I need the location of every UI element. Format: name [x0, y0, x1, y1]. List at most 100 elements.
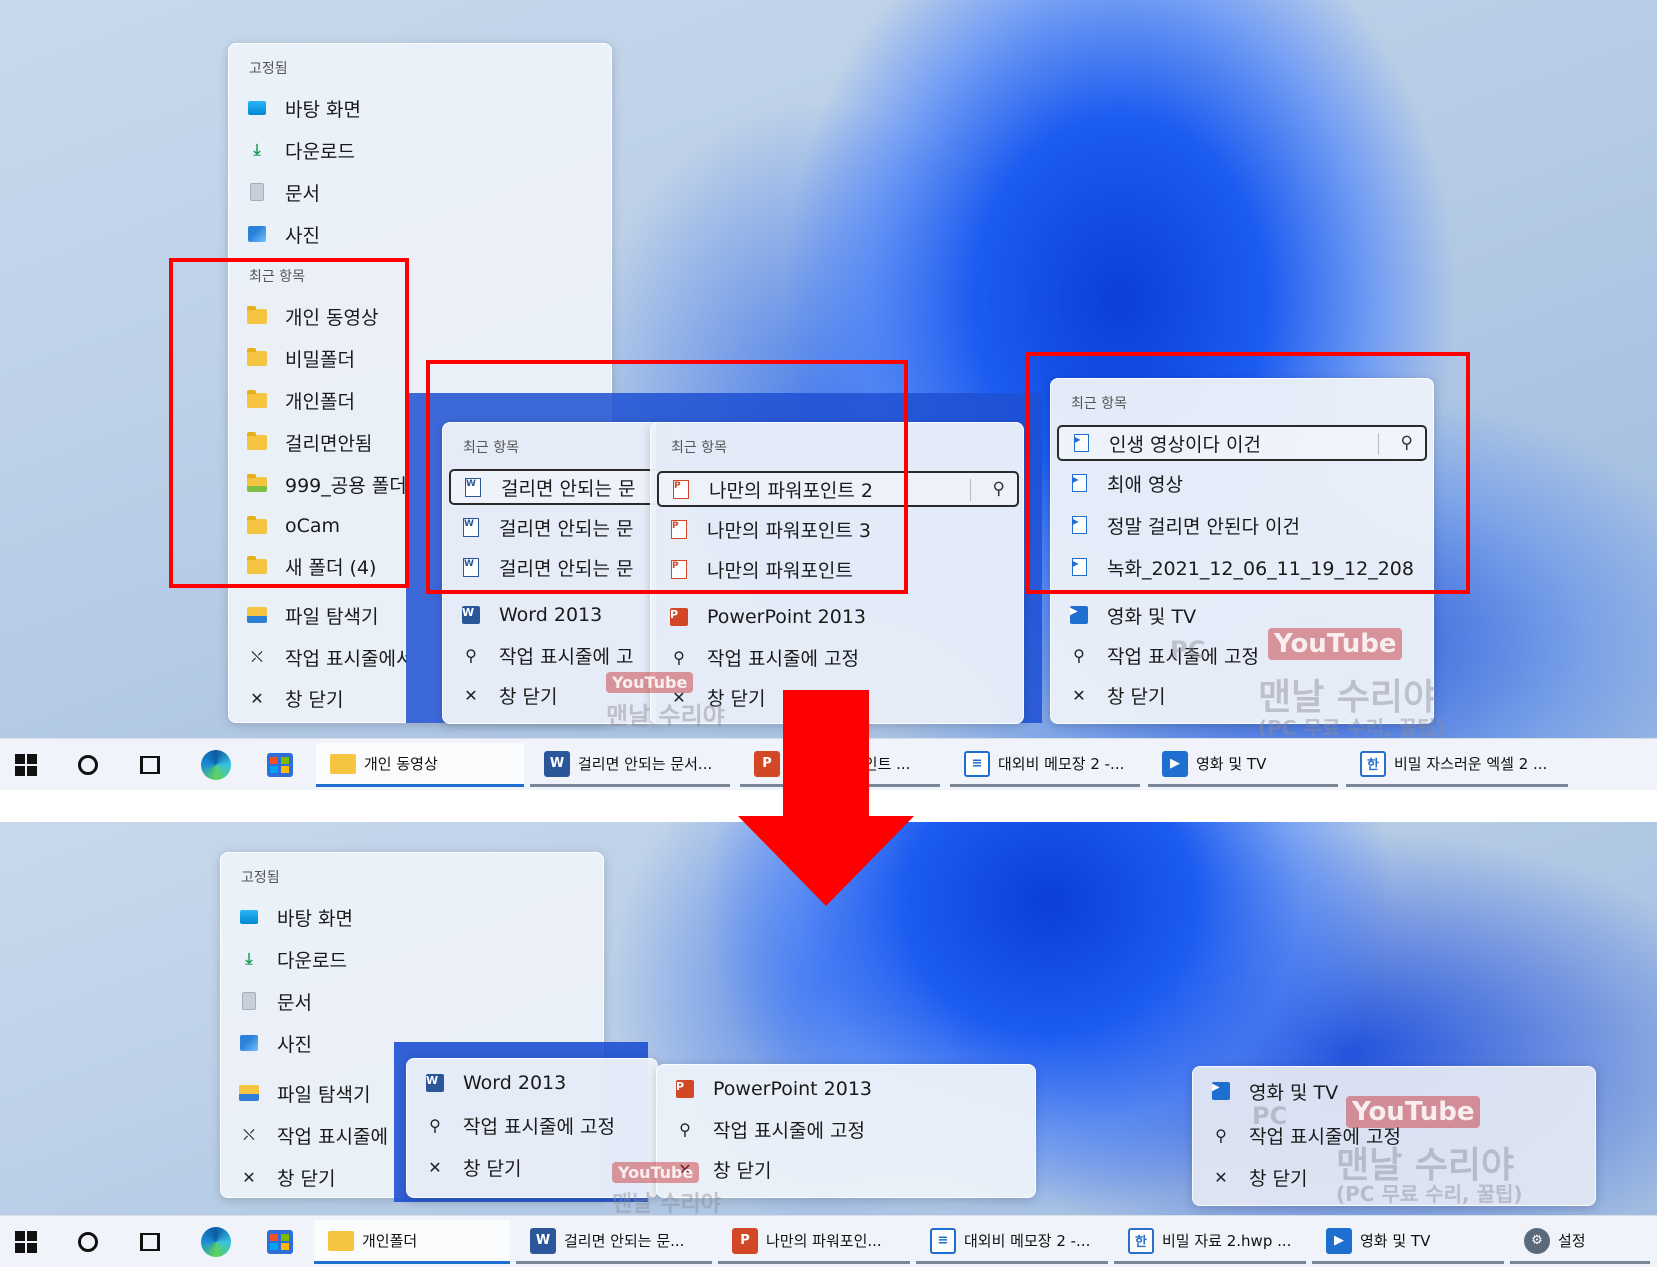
- youtube-watermark: YouTube: [606, 672, 694, 693]
- hwp-icon: 한: [1360, 750, 1386, 777]
- movies-tv-icon: ▶: [1211, 1081, 1231, 1101]
- pinned-item-pictures[interactable]: 사진: [247, 216, 597, 252]
- pin-icon[interactable]: ⚲: [993, 479, 1005, 499]
- powerpoint-icon: P: [669, 607, 689, 627]
- powerpoint-icon: P: [675, 1079, 695, 1099]
- ppt-jumplist-bottom: P PowerPoint 2013 ⚲ 작업 표시줄에 고정 ✕ 창 닫기: [656, 1064, 1036, 1198]
- pin-taskbar-item[interactable]: ⚲ 작업 표시줄에 고정: [425, 1107, 655, 1143]
- powerpoint-icon: P: [754, 750, 780, 777]
- start-button[interactable]: [10, 749, 42, 781]
- folder-icon: [328, 1230, 354, 1251]
- pinned-item-desktop[interactable]: 바탕 화면: [247, 90, 597, 126]
- red-arrow-shaft: [783, 690, 869, 818]
- close-icon: ✕: [242, 1167, 256, 1187]
- close-icon: ✕: [464, 685, 478, 705]
- taskbar-app-word[interactable]: W 걸리면 안되는 문서...: [530, 743, 730, 787]
- task-view-icon: [140, 756, 160, 774]
- documents-icon: [247, 182, 267, 202]
- word-icon: W: [544, 750, 570, 777]
- taskbar-app-hwp[interactable]: 한 비밀 자스러운 엑셀 2 ...: [1346, 743, 1568, 787]
- taskbar-app-explorer[interactable]: 개인폴더: [314, 1220, 510, 1264]
- unpin-taskbar-item[interactable]: ⛌ 작업 표시줄에: [239, 1117, 399, 1153]
- taskbar-app-notepad[interactable]: ≡ 대외비 메모장 2 -...: [950, 743, 1140, 787]
- file-explorer-icon: [239, 1083, 259, 1103]
- pin-icon: ⚲: [679, 1119, 691, 1139]
- word-app-item[interactable]: W Word 2013: [425, 1065, 655, 1101]
- store-icon: [267, 753, 293, 777]
- channel-watermark: 맨날 수리야: [606, 702, 725, 730]
- pin-taskbar-item[interactable]: ⚲ 작업 표시줄에 고: [461, 637, 661, 673]
- pin-icon: ⚲: [465, 645, 477, 665]
- hwp-icon: 한: [1128, 1227, 1154, 1254]
- channel-sub-watermark: (PC 무료 수리, 꿀팁): [1258, 716, 1445, 740]
- pin-icon: ⚲: [1073, 645, 1085, 665]
- pinned-item-documents[interactable]: 문서: [247, 174, 597, 210]
- pinned-item-downloads[interactable]: ⤓ 다운로드: [239, 941, 589, 977]
- unpin-icon: ⛌: [243, 1125, 255, 1144]
- taskbar-app-settings[interactable]: ⚙ 설정: [1510, 1220, 1650, 1264]
- word-icon: W: [530, 1227, 556, 1254]
- search-button[interactable]: [72, 749, 104, 781]
- highlight-box: [169, 258, 409, 588]
- powerpoint-icon: P: [732, 1227, 758, 1254]
- word-app-item[interactable]: W Word 2013: [461, 597, 661, 633]
- task-view-button[interactable]: [134, 1226, 166, 1258]
- edge-button[interactable]: [200, 1226, 232, 1258]
- taskbar-app-word[interactable]: W 걸리면 안되는 문...: [516, 1220, 712, 1264]
- pin-taskbar-item[interactable]: ⚲ 작업 표시줄에 고정: [669, 639, 999, 675]
- pictures-icon: [239, 1033, 259, 1053]
- desktop-icon: [239, 907, 259, 927]
- pin-icon: ⚲: [1215, 1125, 1227, 1145]
- download-icon: ⤓: [245, 949, 253, 968]
- edge-button[interactable]: [200, 749, 232, 781]
- highlight-box: [426, 360, 908, 594]
- close-window-item[interactable]: ✕ 창 닫기: [247, 680, 407, 716]
- unpin-taskbar-item[interactable]: ⛌ 작업 표시줄에서: [247, 639, 407, 675]
- store-button[interactable]: [264, 749, 296, 781]
- close-window-item[interactable]: ✕ 창 닫기: [239, 1159, 399, 1195]
- ppt-app-item[interactable]: P PowerPoint 2013: [669, 599, 999, 635]
- taskbar-app-powerpoint[interactable]: P 나만의 파워포인...: [718, 1220, 910, 1264]
- store-button[interactable]: [264, 1226, 296, 1258]
- gear-icon: ⚙: [1524, 1227, 1550, 1254]
- pin-separator: [970, 479, 971, 501]
- pinned-item-downloads[interactable]: ⤓ 다운로드: [247, 132, 597, 168]
- taskbar-app-movies[interactable]: ▶ 영화 및 TV: [1148, 743, 1338, 787]
- close-window-item[interactable]: ✕ 창 닫기: [675, 1151, 1015, 1187]
- task-view-icon: [140, 1233, 160, 1251]
- pinned-header: 고정됨: [249, 61, 288, 77]
- taskbar-app-explorer[interactable]: 개인 동영상: [316, 743, 524, 787]
- movies-tv-icon: ▶: [1162, 750, 1188, 777]
- pinned-header: 고정됨: [241, 870, 280, 886]
- task-view-button[interactable]: [134, 749, 166, 781]
- store-icon: [267, 1230, 293, 1254]
- search-icon: [78, 1232, 98, 1252]
- pin-taskbar-item[interactable]: ⚲ 작업 표시줄에 고정: [675, 1111, 1015, 1147]
- search-button[interactable]: [72, 1226, 104, 1258]
- taskbar-app-notepad[interactable]: ≡ 대외비 메모장 2 -...: [916, 1220, 1108, 1264]
- pin-icon: ⚲: [429, 1115, 441, 1135]
- word-icon: W: [461, 605, 481, 625]
- red-arrow-head: [738, 816, 914, 906]
- windows-icon: [15, 1231, 37, 1253]
- movies-tv-icon: ▶: [1069, 605, 1089, 625]
- movies-tv-icon: ▶: [1326, 1227, 1352, 1254]
- start-button[interactable]: [10, 1226, 42, 1258]
- channel-sub-watermark: (PC 무료 수리, 꿀팁): [1336, 1182, 1523, 1206]
- ppt-app-item[interactable]: P PowerPoint 2013: [675, 1071, 1015, 1107]
- close-icon: ✕: [250, 688, 264, 708]
- search-icon: [78, 755, 98, 775]
- pinned-item-documents[interactable]: 문서: [239, 983, 589, 1019]
- notepad-icon: ≡: [964, 750, 990, 777]
- taskbar-app-movies[interactable]: ▶ 영화 및 TV: [1312, 1220, 1504, 1264]
- close-icon: ✕: [428, 1157, 442, 1177]
- channel-watermark: 맨날 수리야: [612, 1192, 721, 1217]
- explorer-app-item[interactable]: 파일 탐색기: [247, 597, 407, 633]
- taskbar-app-hwp[interactable]: 한 비밀 자료 2.hwp ...: [1114, 1220, 1306, 1264]
- taskbar-bottom: 개인폴더 W 걸리면 안되는 문... P 나만의 파워포인... ≡ 대외비 메모장…: [0, 1215, 1657, 1267]
- folder-icon: [330, 753, 356, 774]
- unpin-icon: ⛌: [251, 647, 263, 666]
- explorer-app-item[interactable]: 파일 탐색기: [239, 1075, 399, 1111]
- pinned-item-desktop[interactable]: 바탕 화면: [239, 899, 589, 935]
- desktop-icon: [247, 98, 267, 118]
